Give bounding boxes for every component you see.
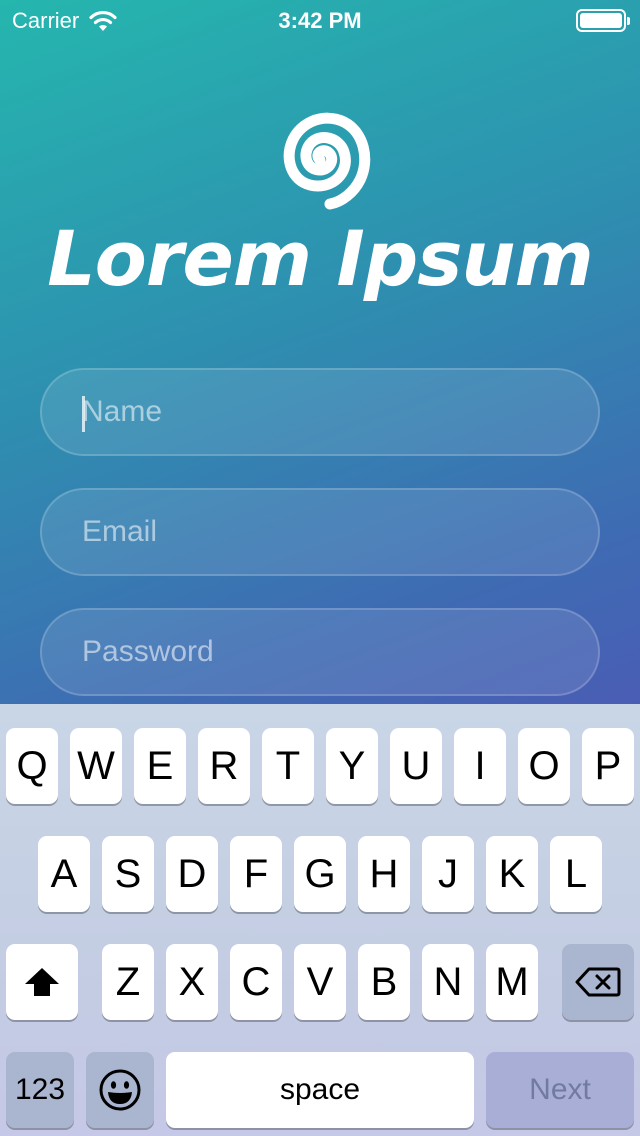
- key-g[interactable]: G: [294, 836, 346, 912]
- app-logo-text: Lorem Ipsum: [47, 214, 594, 303]
- next-key[interactable]: Next: [486, 1052, 634, 1128]
- key-z[interactable]: Z: [102, 944, 154, 1020]
- backspace-icon: [575, 967, 621, 997]
- key-y[interactable]: Y: [326, 728, 378, 804]
- battery-icon: [576, 9, 630, 32]
- key-k[interactable]: K: [486, 836, 538, 912]
- key-x[interactable]: X: [166, 944, 218, 1020]
- key-m[interactable]: M: [486, 944, 538, 1020]
- key-h[interactable]: H: [358, 836, 410, 912]
- key-l[interactable]: L: [550, 836, 602, 912]
- space-key[interactable]: space: [166, 1052, 474, 1128]
- shift-icon: [25, 968, 59, 996]
- key-s[interactable]: S: [102, 836, 154, 912]
- password-input[interactable]: [82, 635, 562, 669]
- shift-key[interactable]: [6, 944, 78, 1020]
- name-field[interactable]: [40, 368, 600, 456]
- key-j[interactable]: J: [422, 836, 474, 912]
- emoji-icon: [99, 1069, 141, 1111]
- spiral-icon: [283, 112, 371, 210]
- text-cursor: [82, 396, 85, 432]
- status-bar: Carrier 3:42 PM: [0, 0, 640, 40]
- key-d[interactable]: D: [166, 836, 218, 912]
- name-input[interactable]: [82, 395, 562, 429]
- key-c[interactable]: C: [230, 944, 282, 1020]
- key-a[interactable]: A: [38, 836, 90, 912]
- delete-key[interactable]: [562, 944, 634, 1020]
- key-v[interactable]: V: [294, 944, 346, 1020]
- clock: 3:42 PM: [278, 8, 362, 33]
- email-field[interactable]: [40, 488, 600, 576]
- numbers-key[interactable]: 123: [6, 1052, 74, 1128]
- password-field[interactable]: [40, 608, 600, 696]
- key-o[interactable]: O: [518, 728, 570, 804]
- login-screen: Carrier 3:42 PM Lorem Ipsum: [0, 0, 640, 704]
- key-w[interactable]: W: [70, 728, 122, 804]
- key-t[interactable]: T: [262, 728, 314, 804]
- key-r[interactable]: R: [198, 728, 250, 804]
- keyboard: Q W E R T Y U I O P A S D F G H J K L Z …: [0, 704, 640, 1136]
- emoji-key[interactable]: [86, 1052, 154, 1128]
- key-n[interactable]: N: [422, 944, 474, 1020]
- key-b[interactable]: B: [358, 944, 410, 1020]
- key-e[interactable]: E: [134, 728, 186, 804]
- key-q[interactable]: Q: [6, 728, 58, 804]
- key-i[interactable]: I: [454, 728, 506, 804]
- email-input[interactable]: [82, 515, 562, 549]
- key-f[interactable]: F: [230, 836, 282, 912]
- key-p[interactable]: P: [582, 728, 634, 804]
- key-u[interactable]: U: [390, 728, 442, 804]
